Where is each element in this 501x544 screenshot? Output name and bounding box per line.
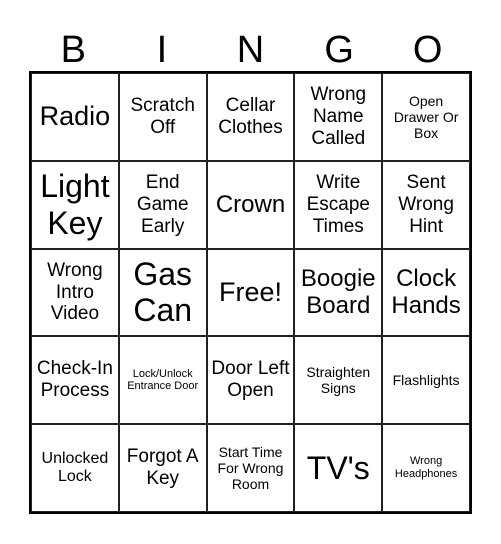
bingo-cell[interactable]: Radio [31, 73, 119, 161]
cell-label: Door Left Open [211, 358, 290, 402]
bingo-cell[interactable]: TV's [294, 424, 383, 512]
cell-label: Lock/Unlock Entrance Door [127, 367, 199, 393]
bingo-cell[interactable]: Light Key [31, 160, 119, 249]
bingo-cell[interactable]: Start Time For Wrong Room [206, 424, 295, 512]
bingo-cell[interactable]: Straighten Signs [294, 336, 383, 425]
cell-label: Straighten Signs [306, 364, 371, 397]
cell-label: Check-In Process [36, 358, 113, 402]
bingo-cell[interactable]: Sent Wrong Hint [382, 160, 470, 249]
bingo-cell[interactable]: Flashlights [382, 336, 470, 425]
bingo-cell[interactable]: Unlocked Lock [31, 424, 119, 512]
bingo-cell[interactable]: Door Left Open [206, 336, 295, 425]
cell-label: Scratch Off [130, 95, 195, 138]
bingo-cell[interactable]: Cellar Clothes [206, 73, 295, 161]
bingo-cell[interactable]: Gas Can [118, 248, 207, 337]
cell-label: Flashlights [392, 372, 460, 389]
bingo-cell[interactable]: End Game Early [118, 160, 207, 249]
bingo-cell[interactable]: Scratch Off [118, 73, 207, 161]
cell-label: Light Key [40, 167, 110, 241]
cell-label: Open Drawer Or Box [393, 92, 459, 141]
cell-label: Wrong Name Called [310, 84, 367, 149]
cell-label: End Game Early [136, 171, 189, 237]
bingo-cell[interactable]: Wrong Name Called [294, 73, 383, 161]
bingo-cell[interactable]: Lock/Unlock Entrance Door [118, 336, 207, 425]
bingo-cell[interactable]: Clock Hands [382, 248, 470, 337]
cell-label: Start Time For Wrong Room [217, 443, 284, 493]
cell-label: Clock Hands [391, 264, 461, 320]
cell-label: Radio [39, 101, 111, 132]
cell-label: Free! [218, 276, 282, 307]
bingo-cell[interactable]: Free! [206, 248, 295, 337]
header-letter-g: G [324, 29, 354, 71]
bingo-cell[interactable]: Wrong Intro Video [31, 248, 119, 337]
cell-label: Boogie Board [300, 264, 376, 320]
header-letter-o: O [412, 29, 443, 71]
cell-label: Forgot A Key [126, 446, 199, 490]
bingo-cell[interactable]: Crown [206, 160, 295, 249]
cell-label: TV's [306, 449, 370, 486]
header-letter-n: N [236, 29, 265, 71]
header-letter-i: I [156, 29, 168, 71]
cell-label: Sent Wrong Hint [398, 171, 454, 237]
cell-label: Wrong Headphones [394, 455, 458, 481]
bingo-cell[interactable]: Boogie Board [294, 248, 383, 337]
bingo-cell[interactable]: Check-In Process [31, 336, 119, 425]
cell-label: Cellar Clothes [218, 95, 283, 138]
cell-label: Unlocked Lock [41, 449, 109, 486]
bingo-grid: Radio Scratch Off Cellar Clothes Wrong Name… [29, 71, 472, 514]
bingo-header: B I N G O [29, 28, 472, 72]
header-letter-b: B [60, 29, 86, 71]
cell-label: Gas Can [133, 255, 193, 329]
bingo-cell[interactable]: Forgot A Key [118, 424, 207, 512]
cell-label: Wrong Intro Video [47, 259, 103, 325]
bingo-cell[interactable]: Wrong Headphones [382, 424, 470, 512]
bingo-cell[interactable]: Open Drawer Or Box [382, 73, 470, 161]
cell-label: Crown [215, 190, 286, 218]
bingo-cell[interactable]: Write Escape Times [294, 160, 383, 249]
cell-label: Write Escape Times [306, 171, 370, 237]
